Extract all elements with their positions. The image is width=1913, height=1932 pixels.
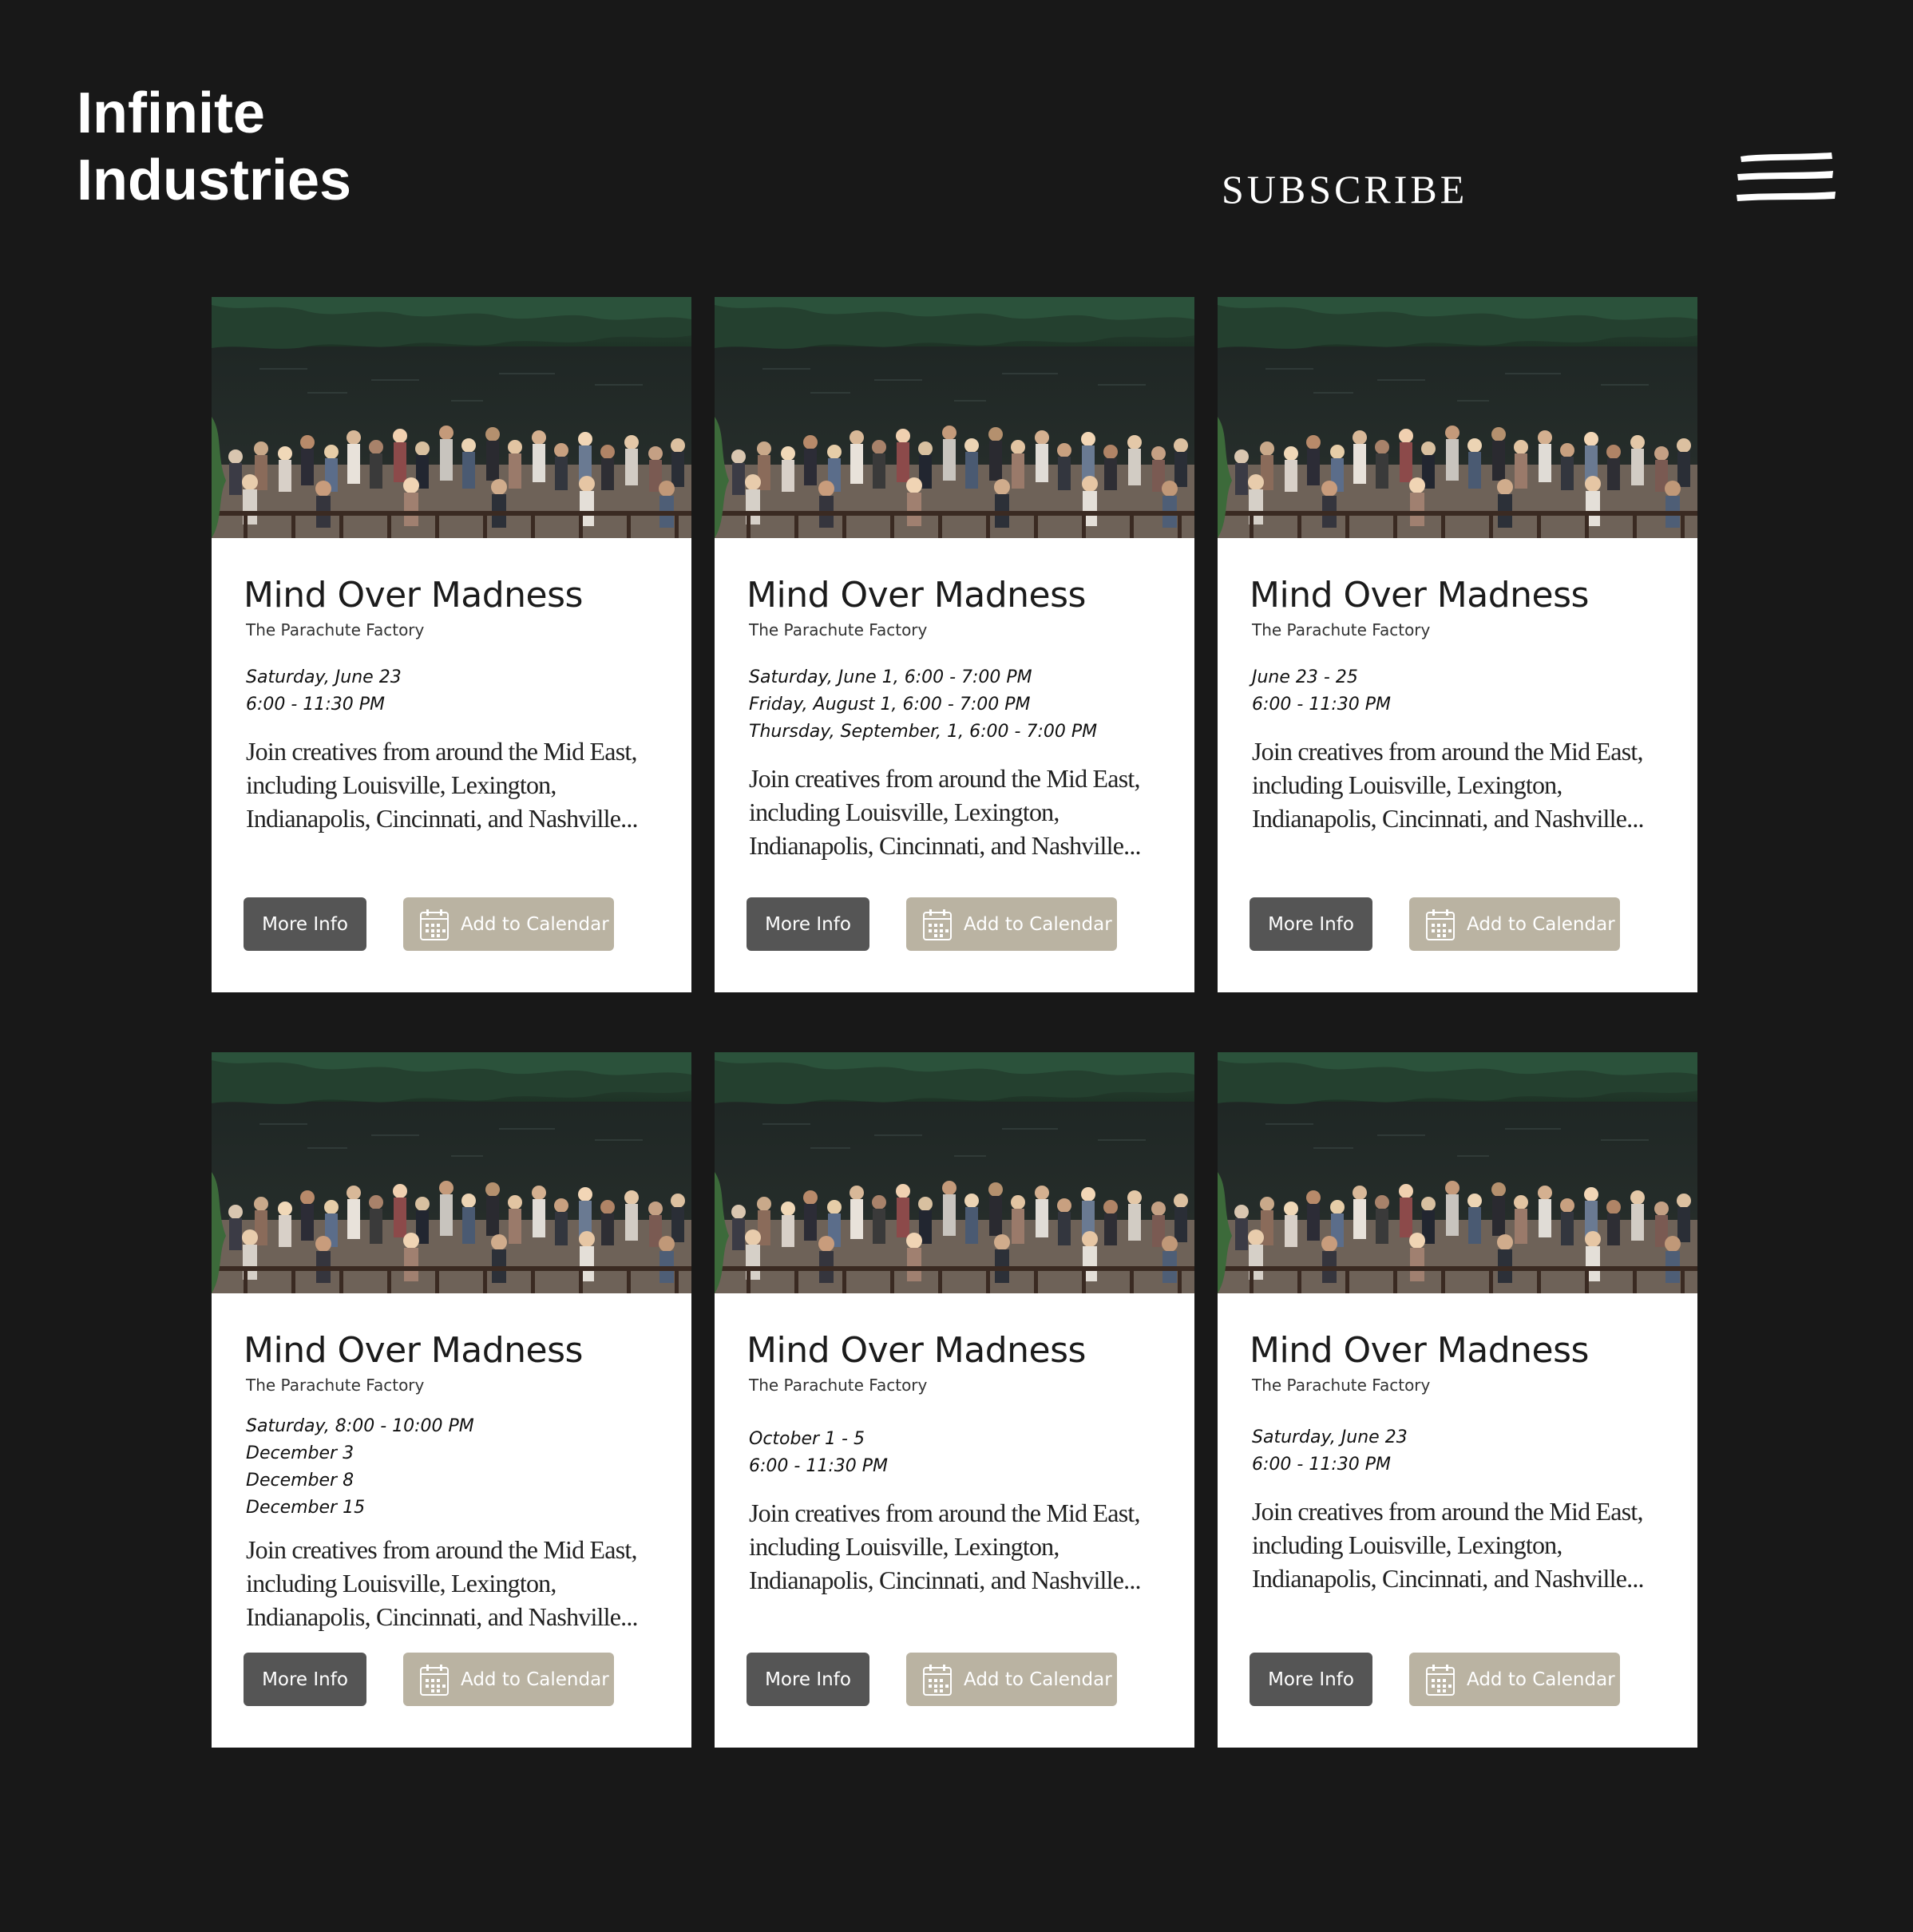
- event-photo: [212, 297, 691, 538]
- event-date-line: October 1 - 5: [749, 1429, 865, 1449]
- event-venue: The Parachute Factory: [749, 620, 928, 639]
- site-logo[interactable]: Infinite Industries: [77, 80, 351, 214]
- event-card[interactable]: Mind Over Madness The Parachute Factory …: [212, 297, 691, 992]
- event-card[interactable]: Mind Over Madness The Parachute Factory …: [1218, 1052, 1697, 1748]
- add-to-calendar-button[interactable]: Add to Calendar: [1409, 897, 1620, 951]
- event-actions: More Info Add to Calendar: [1250, 1653, 1620, 1706]
- event-date-line: Saturday, June 23: [1252, 1427, 1408, 1447]
- event-dates: Saturday, June 1, 6:00 - 7:00 PM Friday,…: [749, 664, 1162, 746]
- event-description: Join creatives from around the Mid East,…: [749, 764, 1142, 860]
- calendar-icon: [419, 1663, 450, 1696]
- event-description: Join creatives from around the Mid East,…: [1252, 1497, 1645, 1593]
- more-info-button[interactable]: More Info: [1250, 1653, 1372, 1706]
- event-date-line: Saturday, June 1, 6:00 - 7:00 PM: [749, 667, 1032, 687]
- add-to-calendar-button[interactable]: Add to Calendar: [906, 897, 1117, 951]
- event-venue: The Parachute Factory: [1252, 620, 1431, 639]
- event-date-line: 6:00 - 11:30 PM: [246, 695, 385, 715]
- event-date-line: December 8: [246, 1471, 354, 1491]
- add-to-calendar-label: Add to Calendar: [1467, 1669, 1615, 1690]
- event-actions: More Info Add to Calendar: [244, 897, 614, 951]
- event-card[interactable]: Mind Over Madness The Parachute Factory …: [1218, 297, 1697, 992]
- event-photo: [1218, 1052, 1697, 1293]
- event-dates: Saturday, June 23 6:00 - 11:30 PM: [1252, 1424, 1665, 1479]
- event-date-line: 6:00 - 11:30 PM: [1252, 1455, 1391, 1475]
- logo-line-2: Industries: [77, 148, 352, 212]
- event-dates: Saturday, 8:00 - 10:00 PM December 3 Dec…: [246, 1413, 659, 1522]
- more-info-button[interactable]: More Info: [747, 1653, 869, 1706]
- more-info-button[interactable]: More Info: [747, 897, 869, 951]
- add-to-calendar-button[interactable]: Add to Calendar: [1409, 1653, 1620, 1706]
- event-photo: [715, 1052, 1194, 1293]
- event-dates: June 23 - 25 6:00 - 11:30 PM: [1252, 664, 1665, 719]
- add-to-calendar-button[interactable]: Add to Calendar: [403, 897, 614, 951]
- more-info-button[interactable]: More Info: [244, 897, 366, 951]
- add-to-calendar-button[interactable]: Add to Calendar: [906, 1653, 1117, 1706]
- event-description: Join creatives from around the Mid East,…: [246, 1535, 639, 1631]
- add-to-calendar-label: Add to Calendar: [461, 913, 609, 935]
- event-photo: [212, 1052, 691, 1293]
- more-info-button[interactable]: More Info: [244, 1653, 366, 1706]
- event-date-line: Saturday, 8:00 - 10:00 PM: [246, 1416, 474, 1436]
- add-to-calendar-button[interactable]: Add to Calendar: [403, 1653, 614, 1706]
- event-title: Mind Over Madness: [1250, 1330, 1589, 1371]
- event-date-line: Friday, August 1, 6:00 - 7:00 PM: [749, 695, 1031, 715]
- calendar-icon: [922, 908, 953, 941]
- calendar-icon: [1425, 908, 1456, 941]
- add-to-calendar-label: Add to Calendar: [461, 1669, 609, 1690]
- event-card[interactable]: Mind Over Madness The Parachute Factory …: [715, 1052, 1194, 1748]
- event-title: Mind Over Madness: [1250, 575, 1589, 616]
- event-date-line: December 3: [246, 1443, 354, 1463]
- event-date-line: June 23 - 25: [1252, 667, 1358, 687]
- event-title: Mind Over Madness: [747, 575, 1086, 616]
- event-description: Join creatives from around the Mid East,…: [246, 737, 639, 833]
- add-to-calendar-label: Add to Calendar: [1467, 913, 1615, 935]
- event-title: Mind Over Madness: [244, 575, 583, 616]
- event-venue: The Parachute Factory: [246, 620, 425, 639]
- event-actions: More Info Add to Calendar: [747, 897, 1117, 951]
- hamburger-menu-icon[interactable]: [1736, 148, 1836, 206]
- calendar-icon: [922, 1663, 953, 1696]
- more-info-button[interactable]: More Info: [1250, 897, 1372, 951]
- event-date-line: Thursday, September, 1, 6:00 - 7:00 PM: [749, 722, 1098, 742]
- event-actions: More Info Add to Calendar: [747, 1653, 1117, 1706]
- event-photo: [715, 297, 1194, 538]
- event-venue: The Parachute Factory: [749, 1376, 928, 1395]
- event-date-line: December 15: [246, 1498, 366, 1518]
- event-actions: More Info Add to Calendar: [1250, 897, 1620, 951]
- events-grid: Mind Over Madness The Parachute Factory …: [212, 297, 1697, 1748]
- event-dates: October 1 - 5 6:00 - 11:30 PM: [749, 1426, 1162, 1480]
- event-card[interactable]: Mind Over Madness The Parachute Factory …: [715, 297, 1194, 992]
- event-date-line: 6:00 - 11:30 PM: [1252, 695, 1391, 715]
- subscribe-link[interactable]: SUBSCRIBE: [1222, 166, 1467, 212]
- event-venue: The Parachute Factory: [1252, 1376, 1431, 1395]
- event-date-line: 6:00 - 11:30 PM: [749, 1456, 888, 1476]
- event-card[interactable]: Mind Over Madness The Parachute Factory …: [212, 1052, 691, 1748]
- calendar-icon: [1425, 1663, 1456, 1696]
- event-dates: Saturday, June 23 6:00 - 11:30 PM: [246, 664, 659, 719]
- event-photo: [1218, 297, 1697, 538]
- logo-line-1: Infinite: [77, 81, 265, 145]
- event-description: Join creatives from around the Mid East,…: [1252, 737, 1645, 833]
- event-description: Join creatives from around the Mid East,…: [749, 1498, 1142, 1594]
- add-to-calendar-label: Add to Calendar: [964, 913, 1112, 935]
- add-to-calendar-label: Add to Calendar: [964, 1669, 1112, 1690]
- event-title: Mind Over Madness: [747, 1330, 1086, 1371]
- event-venue: The Parachute Factory: [246, 1376, 425, 1395]
- calendar-icon: [419, 908, 450, 941]
- event-date-line: Saturday, June 23: [246, 667, 402, 687]
- event-title: Mind Over Madness: [244, 1330, 583, 1371]
- event-actions: More Info Add to Calendar: [244, 1653, 614, 1706]
